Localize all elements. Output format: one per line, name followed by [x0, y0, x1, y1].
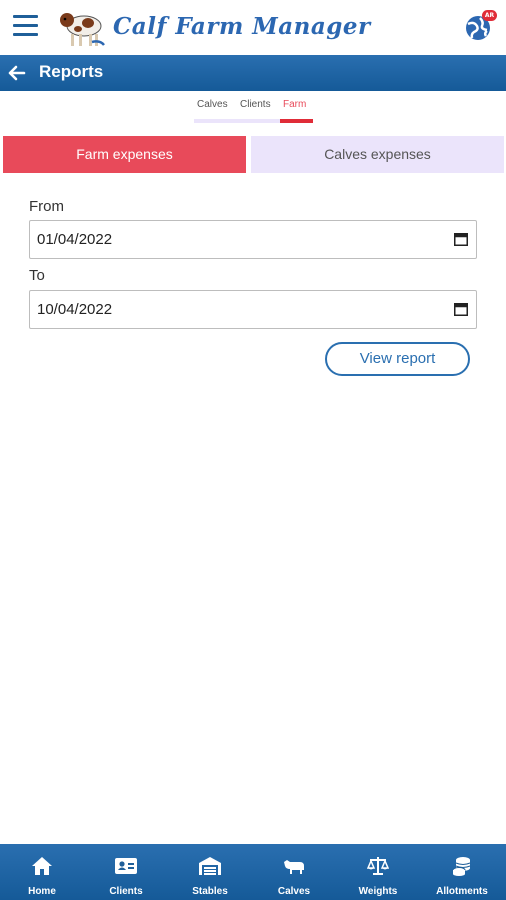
tab-farm[interactable]: Farm: [283, 99, 306, 110]
calf-logo: [60, 13, 105, 46]
nav-weights-label: Weights: [358, 886, 398, 897]
language-badge: AR: [482, 10, 497, 21]
tab-calves[interactable]: Calves: [197, 99, 228, 110]
calves-expenses-tab[interactable]: Calves expenses: [251, 136, 504, 173]
nav-stables-label: Stables: [192, 886, 228, 897]
to-label: To: [29, 267, 45, 284]
nav-stables[interactable]: Stables: [168, 844, 252, 900]
subtab-active-indicator: [280, 119, 313, 123]
cow-icon: [284, 860, 304, 874]
nav-home-label: Home: [28, 886, 56, 897]
nav-allotments-label: Allotments: [436, 886, 488, 897]
tab-clients[interactable]: Clients: [240, 99, 271, 110]
subtab-track: [194, 119, 280, 123]
to-date-value: 10/04/2022: [37, 301, 113, 318]
bottom-navigation: Home Clients Stables Calves Weights Allo…: [0, 844, 506, 900]
view-report-button[interactable]: View report: [325, 342, 470, 376]
back-arrow-icon[interactable]: [8, 64, 26, 82]
nav-allotments[interactable]: Allotments: [420, 844, 504, 900]
top-app-bar: Calf Farm Manager AR: [0, 0, 506, 55]
app-title: Calf Farm Manager: [113, 13, 371, 40]
home-icon: [32, 857, 52, 875]
warehouse-icon: [199, 857, 221, 875]
from-date-input[interactable]: 01/04/2022: [29, 220, 477, 259]
nav-calves-label: Calves: [277, 886, 311, 897]
from-date-value: 01/04/2022: [37, 231, 113, 248]
farm-expenses-tab[interactable]: Farm expenses: [3, 136, 246, 173]
page-header: Reports: [0, 55, 506, 91]
to-date-input[interactable]: 10/04/2022: [29, 290, 477, 329]
scale-icon: [367, 857, 389, 875]
calendar-icon[interactable]: [454, 233, 468, 246]
page-title: Reports: [39, 62, 104, 81]
nav-clients-label: Clients: [109, 886, 143, 897]
calendar-icon[interactable]: [454, 303, 468, 316]
nav-clients[interactable]: Clients: [84, 844, 168, 900]
nav-calves[interactable]: Calves: [252, 844, 336, 900]
from-label: From: [29, 198, 64, 215]
id-card-icon: [115, 858, 137, 874]
menu-icon[interactable]: [13, 15, 38, 37]
nav-home[interactable]: Home: [0, 844, 84, 900]
nav-weights[interactable]: Weights: [336, 844, 420, 900]
coins-icon: [452, 857, 471, 876]
